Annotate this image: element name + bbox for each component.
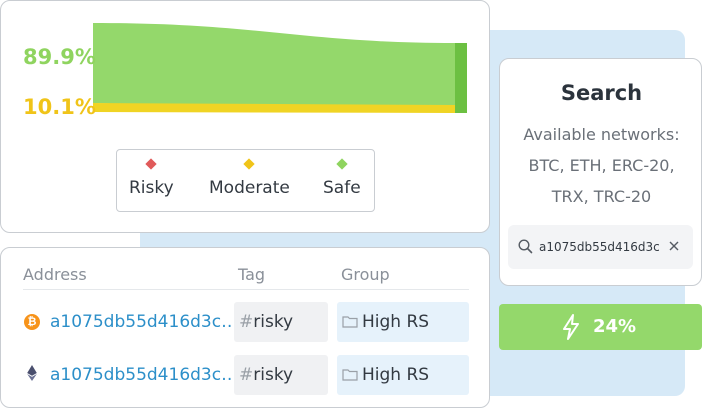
group-label: High RS (362, 312, 430, 332)
legend-item-moderate: Moderate (209, 158, 290, 198)
clear-icon[interactable] (668, 240, 680, 252)
legend-label: Risky (129, 178, 174, 198)
address-link[interactable]: a1075db55d416d3c… (50, 312, 238, 332)
tag-pill[interactable]: #risky (234, 302, 328, 342)
legend-label: Moderate (209, 178, 290, 198)
search-box[interactable] (508, 225, 693, 269)
hash-icon: # (239, 312, 254, 332)
risk-score-value: 24% (593, 316, 637, 337)
search-card: Search Available networks: BTC, ETH, ERC… (499, 58, 702, 286)
safe-flow (93, 23, 455, 113)
bitcoin-icon: ₿ (24, 314, 40, 330)
safe-flow-end (455, 43, 467, 113)
risk-distribution-card: 89.9% 10.1% Risky Moderate Safe (0, 0, 490, 233)
moderate-percentage: 10.1% (23, 95, 96, 119)
risky-diamond-icon (145, 158, 158, 170)
desc-line: TRX, TRC-20 (551, 187, 652, 206)
risk-score-bar: 24% (499, 304, 702, 350)
safe-percentage: 89.9% (23, 45, 96, 69)
bolt-icon (563, 314, 579, 340)
address-link[interactable]: a1075db55d416d3c… (50, 365, 238, 385)
address-table-card: Address Tag Group ₿ a1075db55d416d3c… #r… (0, 247, 490, 408)
risk-legend: Risky Moderate Safe (116, 149, 375, 212)
search-title: Search (560, 81, 643, 105)
moderate-diamond-icon (243, 158, 256, 170)
ethereum-icon (27, 365, 37, 381)
folder-icon (342, 316, 358, 328)
group-pill[interactable]: High RS (337, 302, 469, 342)
header-divider (23, 289, 469, 290)
desc-line: BTC, ETH, ERC-20, (528, 156, 675, 175)
legend-item-risky: Risky (129, 158, 174, 198)
search-description: Available networks: BTC, ETH, ERC-20, TR… (500, 119, 702, 212)
safe-diamond-icon (336, 158, 348, 170)
group-label: High RS (362, 365, 430, 385)
tag-label: risky (253, 312, 294, 332)
hash-icon: # (239, 365, 254, 385)
group-pill[interactable]: High RS (337, 355, 469, 395)
column-header-tag: Tag (238, 265, 266, 284)
table-row[interactable]: ₿ a1075db55d416d3c… #risky High RS (1, 302, 491, 342)
search-input[interactable] (539, 237, 664, 257)
folder-icon (342, 369, 358, 381)
desc-line: Available networks: (523, 125, 680, 144)
column-header-group: Group (341, 265, 390, 284)
tag-label: risky (253, 365, 294, 385)
legend-item-safe: Safe (323, 158, 361, 198)
search-icon (518, 239, 533, 254)
legend-label: Safe (323, 178, 361, 198)
tag-pill[interactable]: #risky (234, 355, 328, 395)
table-row[interactable]: a1075db55d416d3c… #risky High RS (1, 355, 491, 395)
column-header-address: Address (23, 265, 87, 284)
